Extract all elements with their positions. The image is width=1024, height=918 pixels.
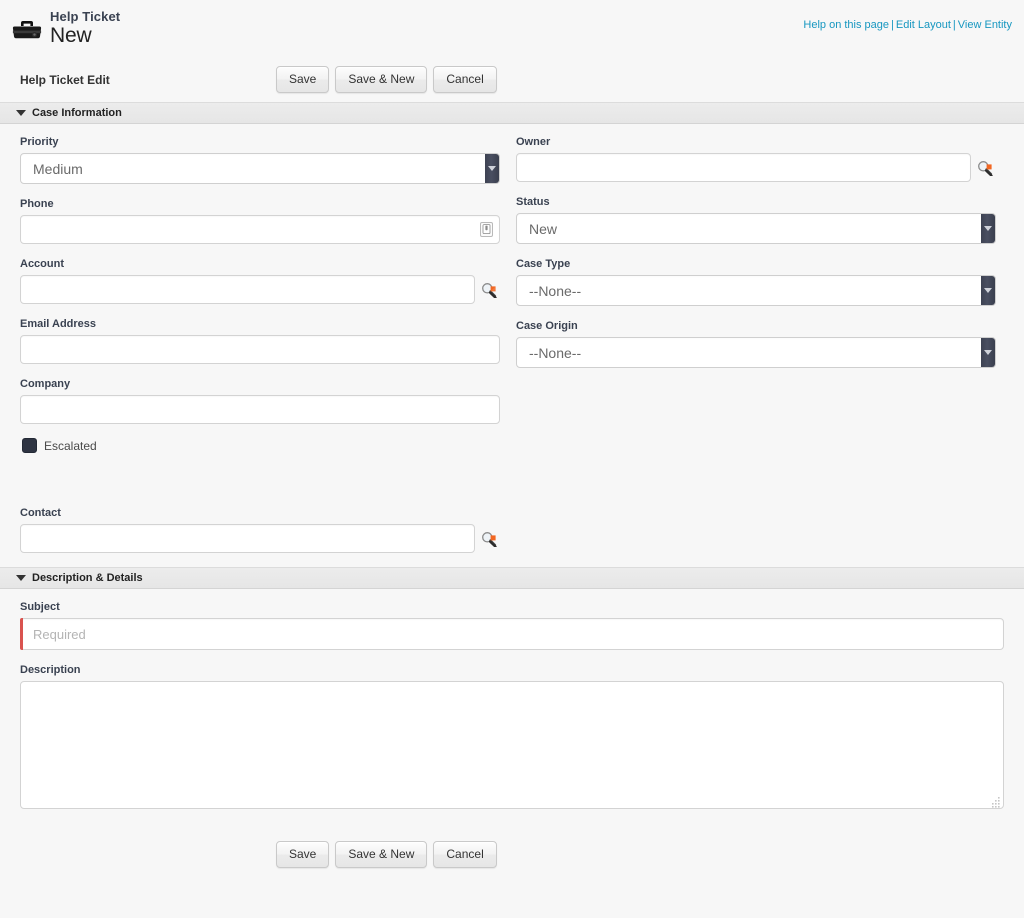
link-separator-2: | [952, 19, 956, 31]
status-select-value[interactable]: New [516, 213, 996, 244]
collapse-twisty-icon-case-information[interactable] [16, 110, 26, 116]
page-title: New [50, 23, 92, 47]
save-and-new-button-top[interactable]: Save & New [335, 66, 428, 93]
escalated-checkbox[interactable] [22, 438, 37, 453]
subject-input[interactable] [20, 618, 1004, 650]
field-label-escalated[interactable]: Escalated [44, 439, 97, 453]
field-company: Company [20, 378, 508, 424]
chevron-down-icon-priority[interactable] [485, 154, 499, 183]
chevron-down-icon-status[interactable] [981, 214, 995, 243]
email-address-input[interactable] [20, 335, 500, 364]
help-on-this-page-link[interactable]: Help on this page [803, 19, 889, 31]
field-label-account: Account [20, 258, 64, 270]
field-label-description: Description [20, 664, 81, 676]
form-column-right: Owner Status New Case Type --None-- Case… [516, 136, 1004, 567]
field-label-owner: Owner [516, 136, 551, 148]
field-label-company: Company [20, 378, 71, 390]
field-phone: Phone [20, 198, 508, 244]
field-label-priority: Priority [20, 136, 59, 148]
section-header-description-details[interactable]: Description & Details [0, 567, 1024, 589]
entity-name: Help Ticket [50, 9, 121, 24]
case-origin-select[interactable]: --None-- [516, 337, 996, 368]
field-status: Status New [516, 196, 1004, 244]
chevron-down-icon-case-origin[interactable] [981, 338, 995, 367]
header-links: Help on this page | Edit Layout | View Entit… [803, 19, 1012, 31]
case-type-select[interactable]: --None-- [516, 275, 996, 306]
cancel-button-bottom[interactable]: Cancel [433, 841, 497, 868]
priority-select[interactable]: Medium [20, 153, 500, 184]
field-label-status: Status [516, 196, 550, 208]
field-subject: Subject [0, 601, 1024, 650]
case-origin-select-value[interactable]: --None-- [516, 337, 996, 368]
page-header: Help Ticket New Help on this page | Edit L… [0, 0, 1024, 62]
field-label-case-origin: Case Origin [516, 320, 578, 332]
collapse-twisty-icon-description-details[interactable] [16, 575, 26, 581]
status-select[interactable]: New [516, 213, 996, 244]
section-title-case-information: Case Information [32, 107, 122, 119]
phone-input[interactable] [20, 215, 500, 244]
field-label-contact: Contact [20, 507, 61, 519]
edit-bar: Help Ticket Edit Save Save & New Cancel [0, 62, 1024, 102]
section-title-description-details: Description & Details [32, 572, 143, 584]
field-contact: Contact [20, 507, 508, 553]
company-input[interactable] [20, 395, 500, 424]
save-button-top[interactable]: Save [276, 66, 330, 93]
field-case-type: Case Type --None-- [516, 258, 1004, 306]
field-priority: Priority Medium [20, 136, 508, 184]
edit-layout-link[interactable]: Edit Layout [896, 19, 951, 31]
description-textarea[interactable] [20, 681, 1004, 809]
priority-select-value[interactable]: Medium [20, 153, 500, 184]
field-label-subject: Subject [20, 601, 60, 613]
field-case-origin: Case Origin --None-- [516, 320, 1004, 368]
field-label-email-address: Email Address [20, 318, 97, 330]
form-column-left: Priority Medium Phone Account Email Addr… [20, 136, 508, 567]
description-textarea-wrap [20, 681, 1004, 809]
phone-input-wrap [20, 215, 500, 244]
lookup-search-icon-owner[interactable] [977, 160, 993, 177]
top-button-row: Save Save & New Cancel [276, 66, 497, 93]
field-escalated[interactable]: Escalated [22, 438, 508, 453]
resize-grip-icon[interactable] [990, 795, 1001, 808]
edit-bar-title: Help Ticket Edit [20, 73, 110, 87]
subject-input-wrap [20, 618, 1004, 650]
view-entity-link[interactable]: View Entity [958, 19, 1012, 31]
contact-control-row [20, 524, 508, 553]
section-header-case-information[interactable]: Case Information [0, 102, 1024, 124]
field-email-address: Email Address [20, 318, 508, 364]
owner-control-row [516, 153, 1004, 182]
field-description: Description [0, 664, 1024, 809]
cancel-button-top[interactable]: Cancel [433, 66, 497, 93]
link-separator-1: | [891, 19, 894, 31]
field-label-phone: Phone [20, 198, 54, 210]
contact-input[interactable] [20, 524, 475, 553]
lookup-search-icon-contact[interactable] [481, 531, 497, 548]
layout-spacer [20, 453, 508, 507]
field-owner: Owner [516, 136, 1004, 182]
save-and-new-button-bottom[interactable]: Save & New [335, 841, 428, 868]
case-type-select-value[interactable]: --None-- [516, 275, 996, 306]
header-titles: Help Ticket New [50, 10, 120, 47]
save-button-bottom[interactable]: Save [276, 841, 330, 868]
chevron-down-icon-case-type[interactable] [981, 276, 995, 305]
required-indicator-subject [20, 618, 23, 650]
section-body-description-details: Subject Description Save Sa [0, 589, 1024, 868]
owner-input[interactable] [516, 153, 971, 182]
toolbox-icon [12, 16, 42, 44]
lookup-search-icon-account[interactable] [481, 282, 497, 299]
section-body-case-information: Priority Medium Phone Account Email Addr… [0, 124, 1024, 567]
bottom-button-row: Save Save & New Cancel [0, 823, 1024, 868]
field-label-case-type: Case Type [516, 258, 571, 270]
account-input[interactable] [20, 275, 475, 304]
account-control-row [20, 275, 508, 304]
field-account: Account [20, 258, 508, 304]
form-columns: Priority Medium Phone Account Email Addr… [0, 136, 1024, 567]
